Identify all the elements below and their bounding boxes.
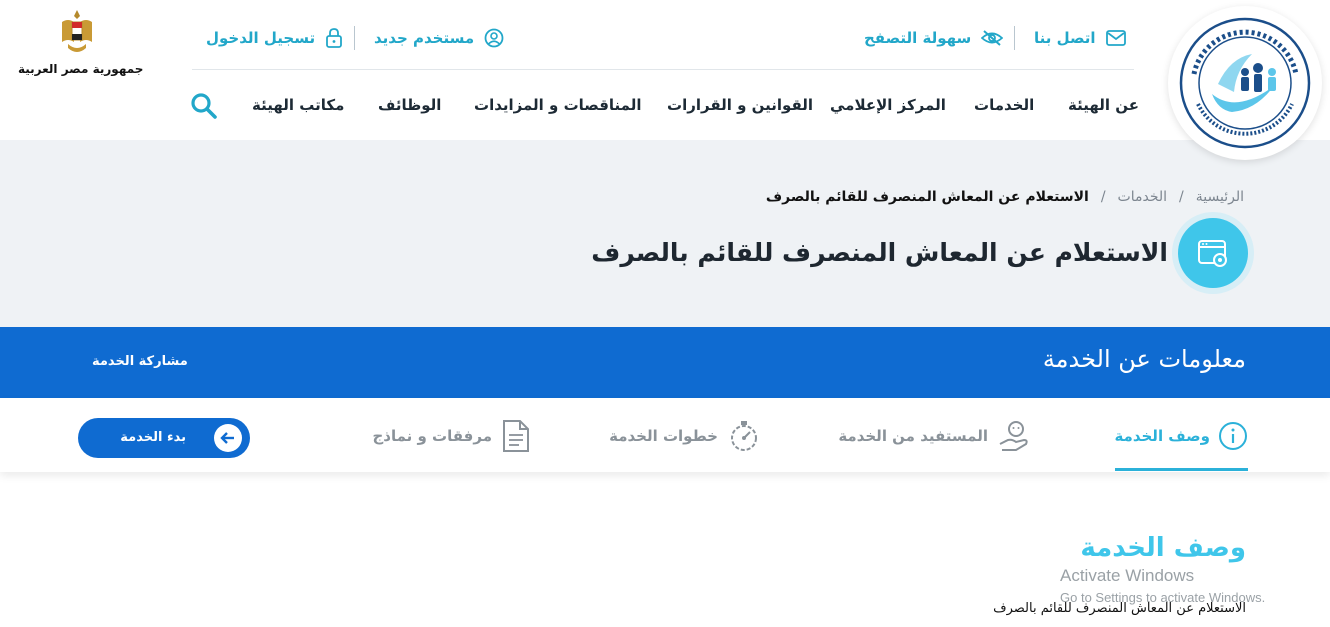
share-service-button[interactable]: مشاركة الخدمة xyxy=(92,354,188,369)
lock-icon xyxy=(326,28,343,48)
tab-label: المستفيد من الخدمة xyxy=(838,427,988,445)
header-divider xyxy=(192,69,1134,70)
nav-item-offices[interactable]: مكاتب الهيئة xyxy=(252,96,344,120)
nav-item-tenders[interactable]: المناقصات و المزايدات xyxy=(474,96,641,120)
start-service-button[interactable]: بدء الخدمة xyxy=(78,418,250,458)
nav-item-laws[interactable]: القوانين و القرارات xyxy=(667,96,813,120)
contact-link[interactable]: اتصل بنا xyxy=(1034,26,1126,50)
breadcrumb-separator: / xyxy=(1179,189,1184,205)
document-icon xyxy=(503,420,529,452)
new-user-label: مستخدم جديد xyxy=(374,29,475,47)
beneficiary-icon xyxy=(999,421,1028,451)
steps-icon xyxy=(731,421,757,451)
accessibility-label: سهولة التصفح xyxy=(864,29,972,47)
new-user-link[interactable]: مستخدم جديد xyxy=(374,26,504,50)
login-link[interactable]: تسجيل الدخول xyxy=(206,26,343,50)
accessibility-link[interactable]: سهولة التصفح xyxy=(864,26,1004,50)
breadcrumb-current: الاستعلام عن المعاش المنصرف للقائم بالصر… xyxy=(765,189,1089,205)
windows-watermark-subtitle: Go to Settings to activate Windows. xyxy=(1060,590,1266,605)
eagle-emblem-icon xyxy=(62,10,92,52)
user-circle-icon xyxy=(484,28,504,48)
service-tabs: وصف الخدمة المستفيد من الخدمة خطوات الخد… xyxy=(0,398,1330,472)
tab-label: وصف الخدمة xyxy=(1114,427,1210,445)
top-bar: اتصل بنا سهولة التصفح مستخدم جديد تسجيل … xyxy=(192,18,1134,58)
search-button[interactable] xyxy=(190,92,218,120)
egypt-emblem: جمهورية مصر العربية xyxy=(18,8,144,82)
windows-watermark-title: Activate Windows xyxy=(1060,566,1195,585)
search-icon xyxy=(191,93,217,119)
service-info-bar: معلومات عن الخدمة مشاركة الخدمة xyxy=(0,327,1330,398)
arrow-left-icon xyxy=(220,432,234,444)
info-icon xyxy=(1219,422,1247,450)
nav-item-services[interactable]: الخدمات xyxy=(974,96,1034,120)
browser-settings-icon xyxy=(1198,240,1227,267)
service-info-title: معلومات عن الخدمة xyxy=(1042,345,1246,373)
tab-label: خطوات الخدمة xyxy=(609,427,718,445)
tab-service-description[interactable]: وصف الخدمة xyxy=(1114,416,1248,456)
tab-label: مرفقات و نماذج xyxy=(372,427,492,445)
mail-icon xyxy=(1105,30,1126,46)
contact-label: اتصل بنا xyxy=(1034,29,1096,47)
nav-item-media-center[interactable]: المركز الإعلامي xyxy=(830,96,946,120)
page-hero: الرئيسية / الخدمات / الاستعلام عن المعاش… xyxy=(0,140,1330,327)
topbar-divider xyxy=(1014,26,1015,50)
eye-slash-icon xyxy=(981,30,1004,46)
organization-logo[interactable] xyxy=(1168,6,1322,160)
tab-attachments[interactable]: مرفقات و نماذج xyxy=(372,416,532,456)
breadcrumb-home[interactable]: الرئيسية xyxy=(1196,189,1244,205)
breadcrumb: الرئيسية / الخدمات / الاستعلام عن المعاش… xyxy=(766,186,1244,208)
service-badge xyxy=(1178,218,1248,288)
nosi-logo-icon xyxy=(1179,17,1311,149)
start-arrow-badge xyxy=(214,424,242,452)
nav-item-jobs[interactable]: الوظائف xyxy=(378,96,441,120)
section-title: وصف الخدمة xyxy=(1080,533,1246,563)
topbar-divider xyxy=(354,26,355,50)
page-title: الاستعلام عن المعاش المنصرف للقائم بالصر… xyxy=(591,238,1168,267)
tab-beneficiary[interactable]: المستفيد من الخدمة xyxy=(838,416,1032,456)
breadcrumb-services[interactable]: الخدمات xyxy=(1118,189,1168,205)
nav-item-about[interactable]: عن الهيئة xyxy=(1068,96,1139,120)
emblem-label: جمهورية مصر العربية xyxy=(18,62,144,76)
active-tab-indicator xyxy=(1115,468,1248,471)
breadcrumb-separator: / xyxy=(1100,189,1106,205)
tab-service-steps[interactable]: خطوات الخدمة xyxy=(609,416,762,456)
login-label: تسجيل الدخول xyxy=(206,29,316,47)
start-service-label: بدء الخدمة xyxy=(120,430,186,445)
site-header: اتصل بنا سهولة التصفح مستخدم جديد تسجيل … xyxy=(0,0,1330,160)
